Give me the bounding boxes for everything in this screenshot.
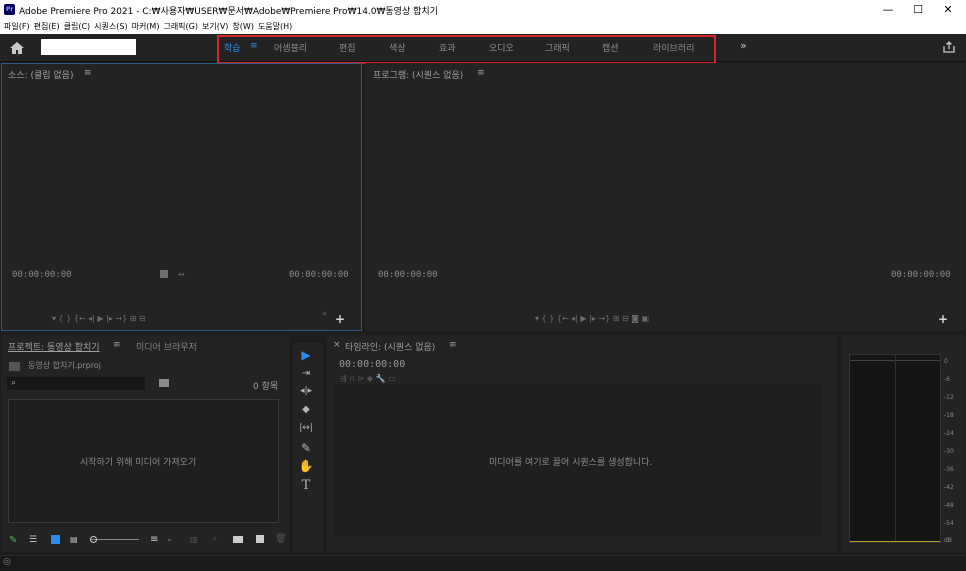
slip-tool-icon[interactable]: |↔| <box>296 423 316 433</box>
workspace-tab-audio[interactable]: 오디오 <box>489 41 514 54</box>
meter-tick-6: -6 <box>944 376 950 383</box>
freeform-view-icon[interactable]: ▤ <box>70 535 78 544</box>
source-timecode-left[interactable]: 00:00:00:00 <box>12 270 72 280</box>
timeline-timecode[interactable]: 00:00:00:00 <box>339 359 405 370</box>
workspace-tab-effects[interactable]: 효과 <box>439 41 456 54</box>
meter-tick-18: -18 <box>944 412 954 419</box>
track-select-tool-icon[interactable]: ⇥ <box>296 368 316 379</box>
source-monitor-panel[interactable] <box>1 63 362 331</box>
workspace-tab-editing[interactable]: 편집 <box>339 41 356 54</box>
source-timecode-right[interactable]: 00:00:00:00 <box>289 270 349 280</box>
program-panel-menu-icon[interactable]: ≡ <box>477 68 485 78</box>
minimize-icon[interactable]: — <box>873 0 903 19</box>
zoom-slider[interactable] <box>91 539 139 540</box>
project-item-count: 0 항목 <box>253 382 279 392</box>
title-bar: Pr Adobe Premiere Pro 2021 - C:₩사용자₩USER… <box>0 0 966 19</box>
media-browser-tab[interactable]: 미디어 브라우저 <box>136 340 197 353</box>
timeline-toolbar-icons[interactable]: ⇶ ∩ ⊳ ◆ 🔧 ▭ <box>340 374 396 383</box>
program-transport-controls[interactable]: ▾ { } {← ◂| ▶ |▸ →} ⊞ ⊟ ◙ ▣ <box>535 314 649 323</box>
meter-tick-48: -48 <box>944 502 954 509</box>
import-media-hint[interactable]: 시작하기 위해 미디어 가져오기 <box>80 455 196 468</box>
workspace-tab-assembly[interactable]: 어셈블리 <box>274 41 307 54</box>
menu-help[interactable]: 도움말(H) <box>258 19 292 34</box>
list-view-icon[interactable]: ☰ <box>29 535 37 545</box>
audio-meter-divider <box>895 355 896 542</box>
meter-tick-42: -42 <box>944 484 954 491</box>
trash-icon[interactable]: 🗑 <box>275 534 286 544</box>
source-add-button-icon[interactable]: + <box>335 312 345 326</box>
menu-marker[interactable]: 마커(M) <box>132 19 160 34</box>
workspace-overflow-icon[interactable]: » <box>740 39 747 52</box>
timeline-close-icon[interactable]: × <box>333 340 341 350</box>
meter-tick-36: -36 <box>944 466 954 473</box>
status-bar <box>0 555 966 571</box>
selection-tool-icon[interactable]: ▶ <box>296 348 316 362</box>
program-monitor-title[interactable]: 프로그램: (시퀀스 없음) <box>373 68 463 81</box>
razor-tool-icon[interactable]: ◆ <box>296 404 316 415</box>
search-icon: ⌕ <box>11 378 17 388</box>
meter-tick-12: -12 <box>944 394 954 401</box>
timeline-drop-hint[interactable]: 미디어를 여기로 끌어 시퀀스를 생성합니다. <box>489 455 652 468</box>
home-icon[interactable] <box>8 40 26 56</box>
ripple-edit-tool-icon[interactable]: ◂|▸ <box>296 386 316 396</box>
icon-view-icon[interactable] <box>51 535 60 544</box>
sort-icon[interactable]: ≡ <box>150 534 158 545</box>
pen-tool-icon[interactable]: ✎ <box>296 441 316 455</box>
source-panel-menu-icon[interactable]: ≡ <box>84 68 92 78</box>
project-file-name: 동영상 합치기.prproj <box>28 361 101 370</box>
menu-clip[interactable]: 클립(C) <box>64 19 91 34</box>
program-monitor-panel[interactable] <box>365 63 965 331</box>
source-overflow-icon[interactable]: » <box>322 309 327 318</box>
hand-tool-icon[interactable]: ✋ <box>296 459 316 473</box>
project-panel-menu-icon[interactable]: ≡ <box>113 340 121 350</box>
program-timecode-right[interactable]: 00:00:00:00 <box>891 270 951 280</box>
meter-tick-30: -30 <box>944 448 954 455</box>
type-tool-icon[interactable]: T <box>296 478 316 493</box>
new-folder-icon[interactable] <box>233 536 243 543</box>
find-icon[interactable]: ⌕ <box>212 534 217 544</box>
meter-tick-0: 0 <box>944 358 948 365</box>
workspace-tab-captions[interactable]: 캡션 <box>602 41 619 54</box>
audio-meter-level <box>850 541 940 542</box>
menu-window[interactable]: 창(W) <box>232 19 254 34</box>
automate-icon[interactable]: ▥ <box>190 535 198 544</box>
menu-edit[interactable]: 편집(E) <box>34 19 60 34</box>
meter-tick-24: -24 <box>944 430 954 437</box>
sort-dropdown-icon[interactable]: ⌄ <box>166 534 173 543</box>
new-item-icon[interactable] <box>256 535 264 543</box>
share-icon[interactable] <box>942 40 956 54</box>
pencil-icon[interactable]: ✎ <box>9 535 17 546</box>
menu-graphics[interactable]: 그래픽(G) <box>163 19 198 34</box>
program-add-button-icon[interactable]: + <box>938 312 948 326</box>
close-icon[interactable]: ✕ <box>933 0 963 19</box>
source-settings-icon[interactable] <box>160 270 168 278</box>
workspace-tab-graphics[interactable]: 그래픽 <box>545 41 570 54</box>
workspace-field[interactable] <box>41 39 136 55</box>
workspace-menu-icon[interactable]: ≡ <box>250 41 258 51</box>
program-timecode-left[interactable]: 00:00:00:00 <box>378 270 438 280</box>
workspace-tab-color[interactable]: 색상 <box>389 41 406 54</box>
workspace-tab-libraries[interactable]: 라이브러리 <box>653 41 694 54</box>
meter-tick-db: dB <box>944 537 952 544</box>
menu-file[interactable]: 파일(F) <box>4 19 30 34</box>
meter-tick-54: -54 <box>944 520 954 527</box>
window-title: Adobe Premiere Pro 2021 - C:₩사용자₩USER₩문서… <box>19 7 438 17</box>
project-file-icon <box>9 362 20 371</box>
source-insert-icon[interactable]: ↔ <box>178 270 185 279</box>
source-transport-controls[interactable]: ▾ { } {← ◂| ▶ |▸ →} ⊞ ⊟ <box>52 314 146 323</box>
maximize-icon[interactable]: ☐ <box>903 0 933 19</box>
timeline-title[interactable]: 타임라인: (시퀀스 없음) <box>345 340 435 353</box>
zoom-slider-handle[interactable] <box>90 536 97 543</box>
timeline-menu-icon[interactable]: ≡ <box>449 340 457 350</box>
menu-sequence[interactable]: 시퀀스(S) <box>94 19 127 34</box>
new-bin-icon[interactable] <box>159 379 169 387</box>
status-icon: ◎ <box>3 557 11 567</box>
project-tab[interactable]: 프로젝트: 동영상 합치기 <box>8 340 100 353</box>
source-monitor-title[interactable]: 소스: (클립 없음) <box>8 68 73 81</box>
project-search-input[interactable] <box>7 377 145 390</box>
premiere-logo: Pr <box>4 4 15 15</box>
menu-bar: 파일(F) 편집(E) 클립(C) 시퀀스(S) 마커(M) 그래픽(G) 보기(V) 창(W… <box>0 19 966 34</box>
workspace-tab-learning[interactable]: 학습 <box>224 41 241 54</box>
menu-view[interactable]: 보기(V) <box>202 19 228 34</box>
